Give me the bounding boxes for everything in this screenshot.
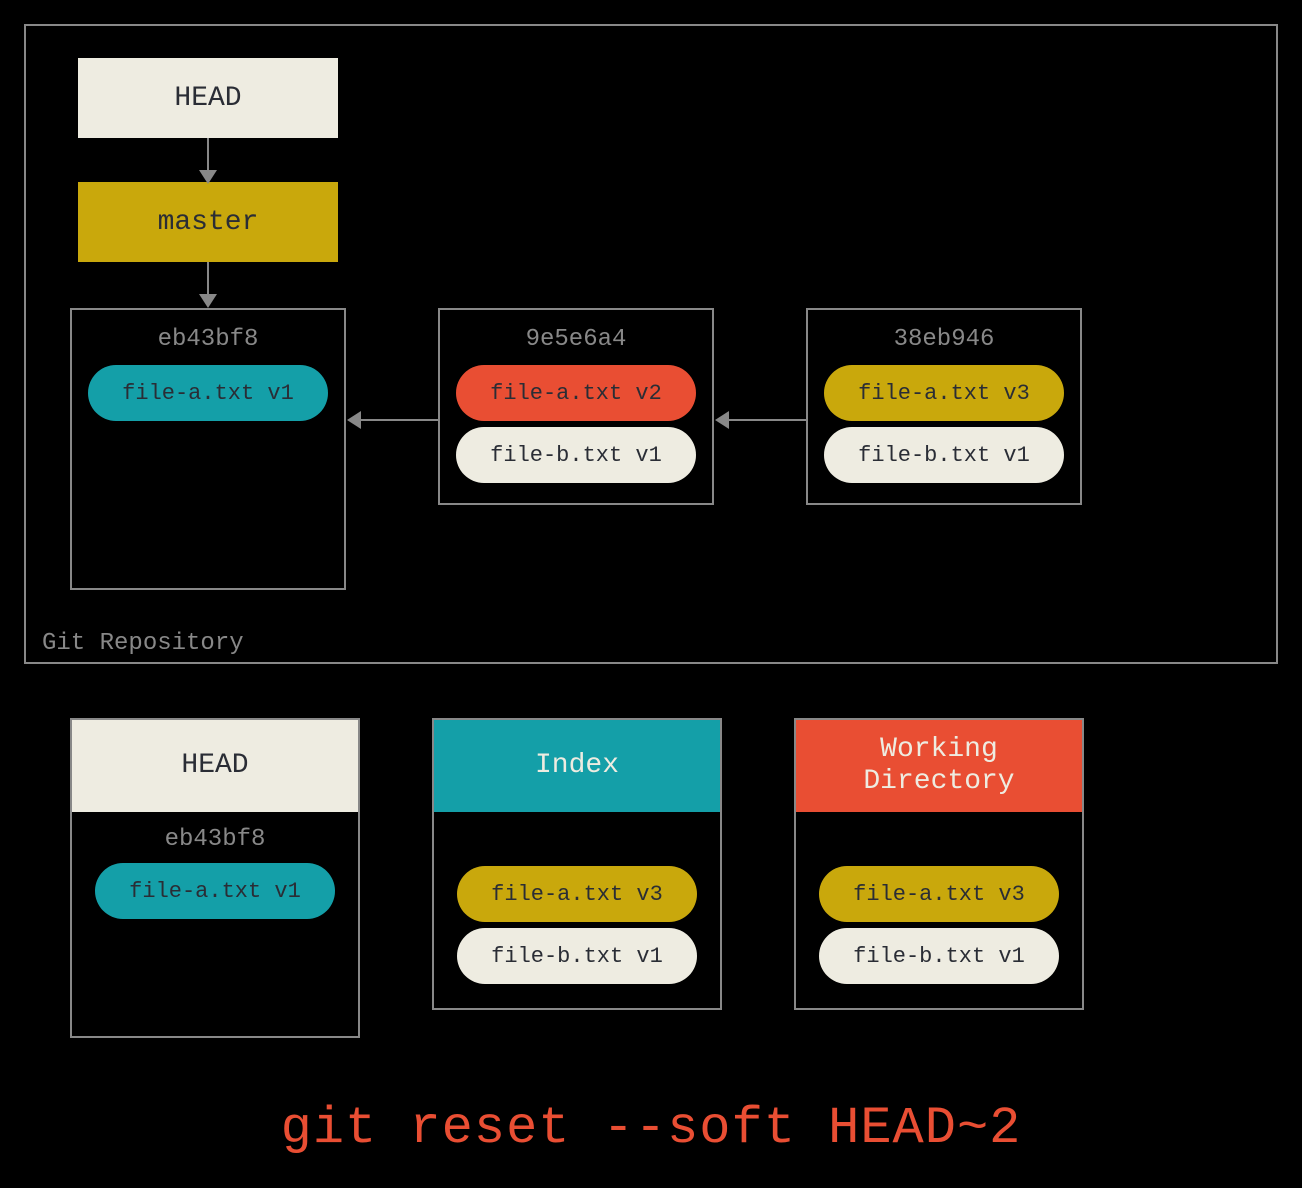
- arrow-line: [207, 262, 209, 296]
- panel-title: HEAD: [72, 720, 358, 812]
- commit-box-0: eb43bf8 file-a.txt v1: [70, 308, 346, 590]
- commit-hash: eb43bf8: [86, 326, 330, 353]
- command-caption: git reset --soft HEAD~2: [0, 1099, 1302, 1158]
- file-pill: file-a.txt v1: [88, 365, 328, 421]
- arrow-head-icon: [347, 411, 361, 429]
- file-pill: file-b.txt v1: [457, 928, 697, 984]
- arrow-head-icon: [199, 170, 217, 184]
- file-pill: file-a.txt v3: [819, 866, 1059, 922]
- commit-hash: 9e5e6a4: [454, 326, 698, 353]
- file-pill: file-a.txt v3: [824, 365, 1064, 421]
- commit-box-1: 9e5e6a4 file-a.txt v2 file-b.txt v1: [438, 308, 714, 505]
- arrow-head-icon: [199, 294, 217, 308]
- panel-title: Index: [434, 720, 720, 812]
- head-panel: HEAD eb43bf8 file-a.txt v1: [70, 718, 360, 1038]
- index-panel: Index file-a.txt v3 file-b.txt v1: [432, 718, 722, 1010]
- file-pill: file-a.txt v1: [95, 863, 335, 919]
- arrow-line: [728, 419, 806, 421]
- head-ref-box: HEAD: [78, 58, 338, 138]
- file-pill: file-a.txt v3: [457, 866, 697, 922]
- arrow-line: [207, 138, 209, 172]
- master-branch-box: master: [78, 182, 338, 262]
- file-pill: file-b.txt v1: [824, 427, 1064, 483]
- panel-hash: eb43bf8: [86, 826, 344, 853]
- git-repository-label: Git Repository: [36, 630, 250, 657]
- file-pill: file-b.txt v1: [456, 427, 696, 483]
- working-directory-panel: Working Directory file-a.txt v3 file-b.t…: [794, 718, 1084, 1010]
- file-pill: file-a.txt v2: [456, 365, 696, 421]
- arrow-line: [360, 419, 438, 421]
- arrow-head-icon: [715, 411, 729, 429]
- file-pill: file-b.txt v1: [819, 928, 1059, 984]
- commit-box-2: 38eb946 file-a.txt v3 file-b.txt v1: [806, 308, 1082, 505]
- panel-title: Working Directory: [796, 720, 1082, 812]
- commit-hash: 38eb946: [822, 326, 1066, 353]
